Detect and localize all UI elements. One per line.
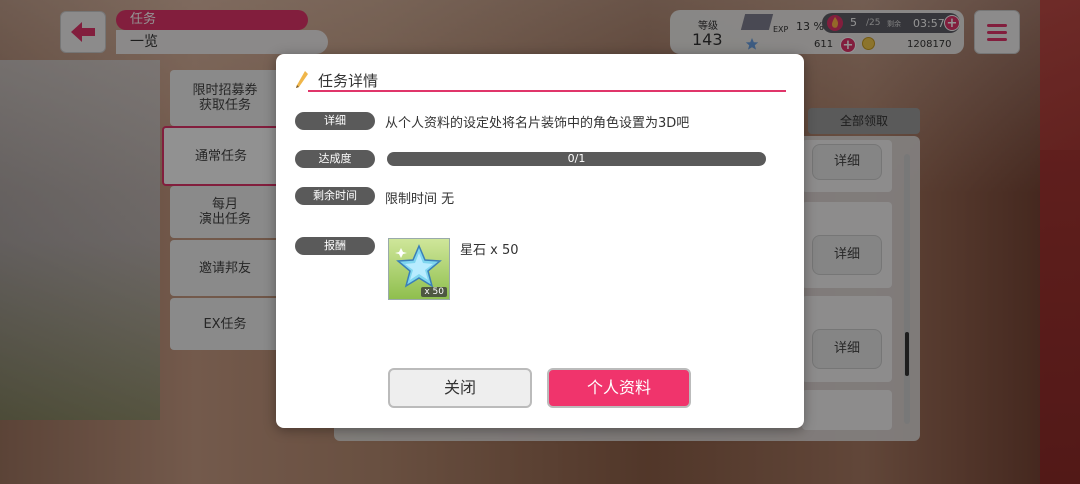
star-gem-icon — [395, 244, 442, 288]
title-underline — [308, 90, 786, 92]
mission-description: 从个人资料的设定处将名片装饰中的角色设置为3D吧 — [385, 116, 690, 131]
reward-quantity-badge: x 50 — [421, 287, 447, 297]
progress-label: 达成度 — [295, 150, 375, 168]
profile-button[interactable]: 个人资料 — [547, 368, 691, 408]
dialog-title: 任务详情 — [318, 72, 379, 90]
progress-text: 0/1 — [567, 152, 586, 165]
reward-label: 报酬 — [295, 237, 375, 255]
pencil-icon — [296, 71, 308, 88]
close-button[interactable]: 关闭 — [388, 368, 532, 408]
remaining-time-label: 剩余时间 — [295, 187, 375, 205]
progress-bar: 0/1 — [387, 152, 766, 166]
detail-label: 详细 — [295, 112, 375, 130]
remaining-time-value: 限制时间 无 — [385, 192, 455, 207]
reward-item[interactable]: x 50 — [388, 238, 450, 300]
reward-name: 星石 x 50 — [460, 243, 519, 258]
